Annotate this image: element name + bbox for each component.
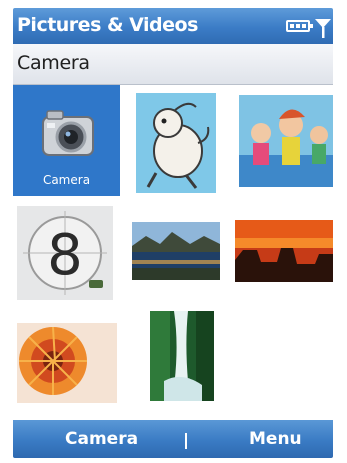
folder-header[interactable]: Camera xyxy=(13,44,333,85)
left-softkey[interactable]: Camera xyxy=(65,429,138,449)
thumbnail-lake-landscape[interactable] xyxy=(120,196,227,307)
thumbnail-waterfall[interactable] xyxy=(120,307,227,418)
thumbnail-cartoon-children[interactable] xyxy=(227,85,333,196)
title-bar: Pictures & Videos xyxy=(13,8,333,44)
thumbnail-sunset-mesa[interactable] xyxy=(227,196,333,307)
countdown-digit: 8 xyxy=(47,223,83,288)
camera-icon xyxy=(42,110,94,156)
thumbnail-grid: Camera 8 xyxy=(13,85,333,420)
right-softkey[interactable]: Menu xyxy=(249,429,302,449)
flower-closeup-thumbnail xyxy=(17,323,117,403)
thumbnail-film-countdown[interactable]: 8 xyxy=(13,196,120,307)
waterfall-thumbnail xyxy=(150,311,214,401)
cartoon-character-thumbnail xyxy=(136,93,216,193)
lake-landscape-thumbnail xyxy=(132,222,220,280)
battery-icon xyxy=(286,20,313,32)
softkey-bar: Camera Menu xyxy=(13,420,333,458)
signal-icon xyxy=(315,19,331,38)
camera-tile[interactable]: Camera xyxy=(13,85,120,196)
thumbnail-cartoon-character[interactable] xyxy=(120,85,227,196)
sunset-mesa-thumbnail xyxy=(235,220,333,282)
folder-label: Camera xyxy=(17,52,90,74)
cartoon-children-thumbnail xyxy=(239,95,333,187)
camera-tile-label: Camera xyxy=(42,173,91,187)
app-title: Pictures & Videos xyxy=(17,14,198,36)
thumbnail-flower[interactable] xyxy=(13,307,120,418)
device-screen: Pictures & Videos Camera Camera 8 Camera… xyxy=(13,8,333,458)
softkey-divider xyxy=(185,433,187,449)
film-countdown-thumbnail: 8 xyxy=(17,206,113,300)
empty-tile xyxy=(227,307,333,418)
